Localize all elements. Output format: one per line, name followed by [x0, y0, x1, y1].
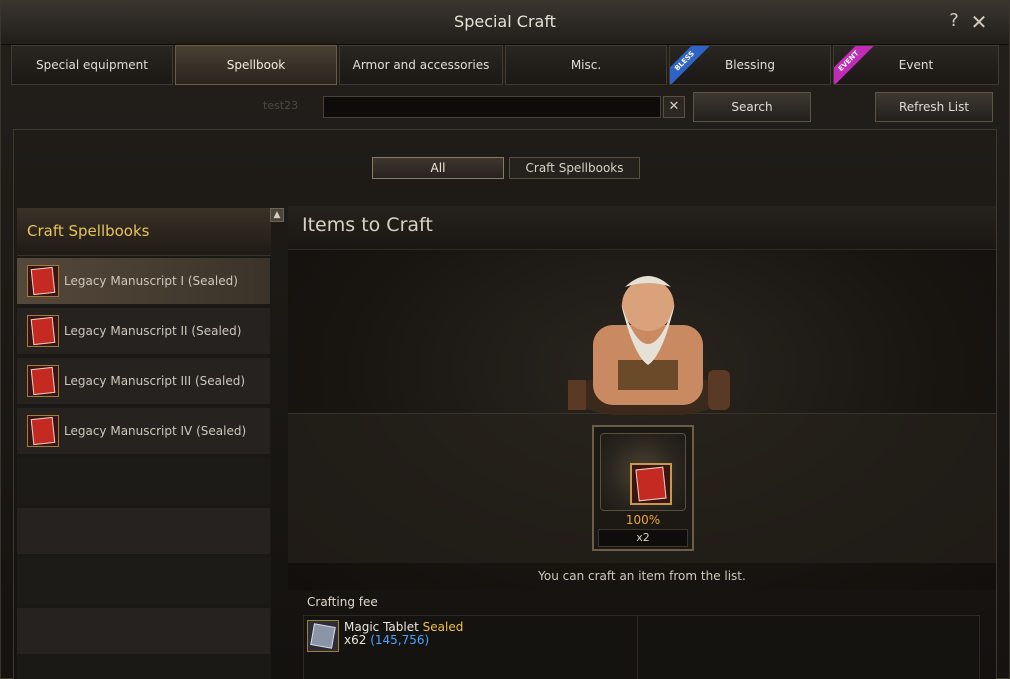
filter-all-button[interactable]: All	[372, 157, 504, 179]
list-item[interactable]: Legacy Manuscript IV (Sealed)	[17, 408, 270, 454]
help-button[interactable]: ?	[943, 10, 965, 34]
search-button[interactable]: Search	[693, 92, 811, 122]
bless-ribbon: BLESS	[670, 46, 711, 84]
fee-divider	[637, 616, 638, 679]
ghost-text: test23	[263, 99, 299, 112]
craft-title: Items to Craft	[302, 214, 433, 236]
spellbook-icon	[27, 315, 59, 347]
material-name-text: Magic Tablet	[344, 620, 419, 634]
result-item-slot[interactable]: 100% x2	[592, 425, 694, 551]
tab-label: Armor and accessories	[352, 58, 490, 72]
recipe-list-header[interactable]: Craft Spellbooks	[17, 208, 271, 256]
list-item-label: Legacy Manuscript III (Sealed)	[64, 374, 245, 388]
list-item-label: Legacy Manuscript IV (Sealed)	[64, 424, 247, 438]
spellbook-icon	[27, 265, 59, 297]
tab-special-equipment[interactable]: Special equipment	[11, 45, 173, 85]
list-item[interactable]: Legacy Manuscript II (Sealed)	[17, 308, 270, 354]
category-tabs: Special equipment Spellbook Armor and ac…	[11, 45, 999, 85]
event-ribbon: EVENT	[834, 46, 875, 84]
window-title: Special Craft	[454, 12, 556, 31]
empty-row	[17, 508, 270, 554]
tab-blessing[interactable]: BLESS Blessing	[669, 45, 831, 85]
list-item-label: Legacy Manuscript I (Sealed)	[64, 274, 238, 288]
tab-label: Misc.	[570, 58, 602, 72]
clear-search-button[interactable]: ✕	[663, 96, 685, 118]
craft-quantity: x2	[598, 529, 688, 547]
material-required: x62	[344, 633, 367, 647]
recipe-list: Craft Spellbooks ▲ Legacy Manuscript I (…	[17, 208, 284, 679]
title-bar: Special Craft ? ✕	[1, 1, 1009, 45]
list-item-label: Legacy Manuscript II (Sealed)	[64, 324, 242, 338]
tab-event[interactable]: EVENT Event	[833, 45, 999, 85]
tab-armor-accessories[interactable]: Armor and accessories	[339, 45, 503, 85]
crafting-fee-box: Magic Tablet Sealed x62 (145,756)	[303, 615, 980, 679]
recipe-list-title: Craft Spellbooks	[27, 222, 150, 240]
material-owned: (145,756)	[370, 633, 430, 647]
spellbook-icon	[630, 463, 672, 505]
tab-label: Blessing	[724, 58, 775, 72]
empty-row	[17, 608, 270, 654]
item-ring	[600, 433, 686, 511]
material-quantity: x62 (145,756)	[344, 633, 429, 647]
list-item[interactable]: Legacy Manuscript III (Sealed)	[17, 358, 270, 404]
empty-row	[17, 458, 270, 504]
material-name: Magic Tablet Sealed	[344, 620, 463, 634]
tab-misc[interactable]: Misc.	[505, 45, 667, 85]
close-button[interactable]: ✕	[968, 10, 990, 34]
craft-header: Items to Craft	[288, 206, 996, 250]
tab-label: Special equipment	[36, 58, 148, 72]
magic-tablet-icon[interactable]	[307, 620, 339, 652]
spellbook-icon	[27, 365, 59, 397]
refresh-list-button[interactable]: Refresh List	[875, 92, 993, 122]
tab-spellbook[interactable]: Spellbook	[175, 45, 337, 85]
list-item[interactable]: Legacy Manuscript I (Sealed)	[17, 258, 270, 304]
crafting-fee-label: Crafting fee	[307, 595, 378, 609]
search-input[interactable]	[323, 96, 661, 118]
craft-hint: You can craft an item from the list.	[538, 569, 746, 583]
tab-label: Spellbook	[226, 58, 286, 72]
special-craft-window: Special Craft ? ✕ Special equipment Spel…	[0, 0, 1010, 679]
filter-craft-spellbooks-button[interactable]: Craft Spellbooks	[509, 157, 640, 179]
empty-row	[17, 558, 270, 604]
tab-label: Event	[898, 58, 934, 72]
material-tag: Sealed	[422, 620, 464, 634]
scroll-up-button[interactable]: ▲	[270, 208, 284, 222]
dwarf-npc-icon	[568, 276, 730, 415]
success-rate: 100%	[625, 513, 661, 527]
spellbook-icon	[27, 415, 59, 447]
